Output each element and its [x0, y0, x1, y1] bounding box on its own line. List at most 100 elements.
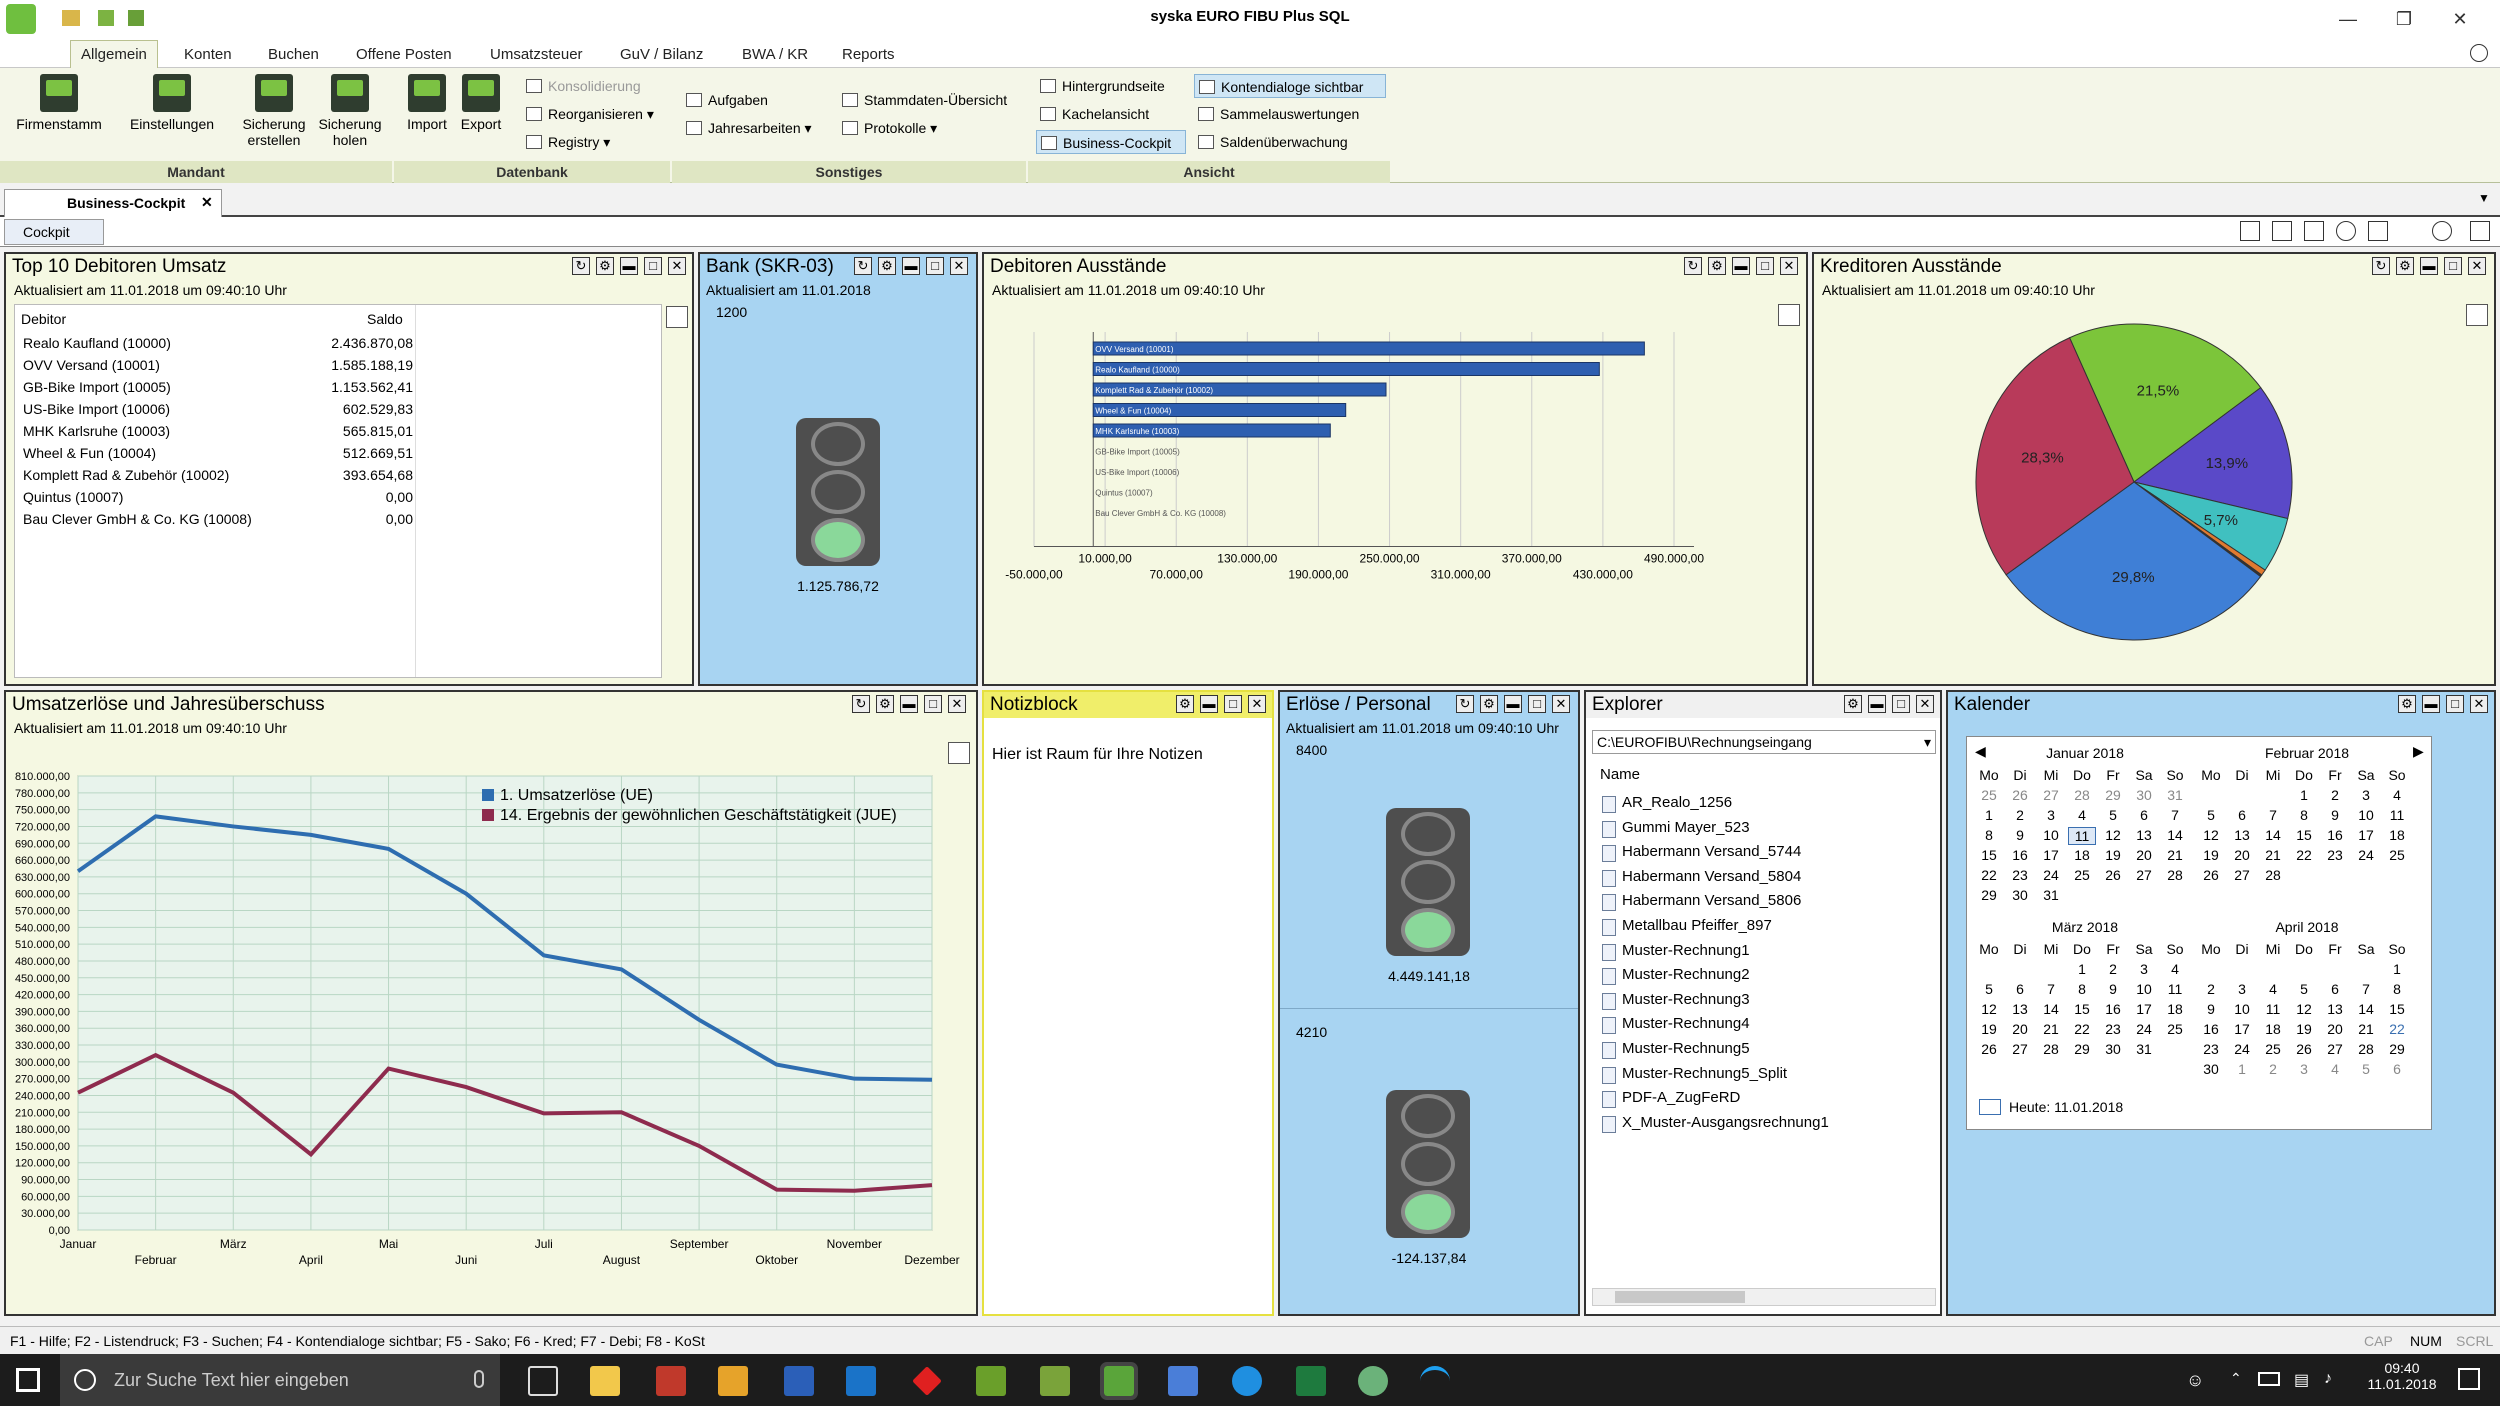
calendar-day[interactable]: 8	[2068, 981, 2096, 997]
word-icon[interactable]	[784, 1366, 814, 1396]
file-item[interactable]: Muster-Rechnung3	[1600, 991, 1750, 1010]
calendar-day[interactable]: 1	[2228, 1061, 2256, 1077]
calendar-day[interactable]: 28	[2259, 867, 2287, 883]
path-select[interactable]: C:\EUROFIBU\Rechnungseingang ▾	[1592, 730, 1936, 754]
chevron-down-icon[interactable]: ▾	[1924, 734, 1931, 751]
calendar-day[interactable]: 9	[2197, 1001, 2225, 1017]
outlook-icon[interactable]	[846, 1366, 876, 1396]
calendar-day[interactable]: 15	[2290, 827, 2318, 843]
close-icon[interactable]: ✕	[950, 257, 968, 275]
file-item[interactable]: PDF-A_ZugFeRD	[1600, 1089, 1740, 1109]
minimize-icon[interactable]: ▬	[1868, 695, 1886, 713]
battery-icon[interactable]	[2258, 1372, 2280, 1386]
calendar-day[interactable]: 24	[2130, 1021, 2158, 1037]
file-item[interactable]: Metallbau Pfeiffer_897	[1600, 917, 1772, 936]
refresh-icon[interactable]: ↻	[1456, 695, 1474, 713]
calendar-day[interactable]: 8	[2290, 807, 2318, 823]
calendar-day[interactable]: 28	[2352, 1041, 2380, 1057]
tab-cockpit[interactable]: Cockpit	[4, 219, 104, 245]
calendar-day[interactable]: 8	[1975, 827, 2003, 843]
close-icon[interactable]: ✕	[1248, 695, 1266, 713]
calendar-day[interactable]: 23	[2099, 1021, 2127, 1037]
calendar-day[interactable]: 2	[2197, 981, 2225, 997]
grid-icon[interactable]	[2470, 221, 2490, 241]
window-icon[interactable]	[2304, 221, 2324, 241]
calendar-day[interactable]: 25	[2259, 1041, 2287, 1057]
calendar-day[interactable]: 16	[2099, 1001, 2127, 1017]
file-item[interactable]: AR_Realo_1256	[1600, 794, 1732, 813]
calendar-day[interactable]: 20	[2228, 847, 2256, 863]
minimize-icon[interactable]: ▬	[2420, 257, 2438, 275]
calendar-day[interactable]: 7	[2352, 981, 2380, 997]
add-tile-icon[interactable]	[2272, 221, 2292, 241]
refresh-icon[interactable]: ↻	[2372, 257, 2390, 275]
calendar-day[interactable]: 27	[2130, 867, 2158, 883]
calendar-day[interactable]: 28	[2161, 867, 2189, 883]
calendar-day[interactable]: 1	[2383, 961, 2411, 977]
calendar-day[interactable]: 5	[2352, 1061, 2380, 1077]
calendar-day[interactable]: 3	[2130, 961, 2158, 977]
calendar-day[interactable]: 15	[2383, 1001, 2411, 1017]
calendar-day[interactable]: 16	[2006, 847, 2034, 863]
calendar-day[interactable]: 18	[2383, 827, 2411, 843]
prev-month-icon[interactable]: ◀	[1975, 743, 1986, 760]
calendar-day[interactable]: 27	[2228, 867, 2256, 883]
calendar-day[interactable]: 25	[2383, 847, 2411, 863]
calendar-day[interactable]: 23	[2006, 867, 2034, 883]
calendar-day[interactable]: 29	[2099, 787, 2127, 803]
calendar-day[interactable]: 14	[2352, 1001, 2380, 1017]
task-view-icon[interactable]	[528, 1366, 558, 1396]
gear-icon[interactable]: ⚙	[2398, 695, 2416, 713]
calendar-day[interactable]: 16	[2321, 827, 2349, 843]
volume-icon[interactable]: ♪	[2324, 1370, 2332, 1388]
calendar-day[interactable]: 13	[2321, 1001, 2349, 1017]
calendar-day[interactable]: 29	[2068, 1041, 2096, 1057]
calendar-day[interactable]: 30	[2130, 787, 2158, 803]
calendar-day[interactable]: 30	[2197, 1061, 2225, 1077]
tab-business-cockpit[interactable]: Business-Cockpit ✕	[4, 189, 222, 217]
file-item[interactable]: Muster-Rechnung2	[1600, 966, 1750, 986]
people-tray-icon[interactable]: ☺	[2186, 1370, 2204, 1391]
firmenstamm-button[interactable]: Firmenstamm	[14, 74, 104, 132]
calendar-day[interactable]: 9	[2099, 981, 2127, 997]
file-item[interactable]: Habermann Versand_5804	[1600, 868, 1801, 887]
gear-icon[interactable]: ⚙	[1844, 695, 1862, 713]
gear-icon[interactable]: ⚙	[1480, 695, 1498, 713]
gear-icon[interactable]: ⚙	[596, 257, 614, 275]
maximize-icon[interactable]: □	[926, 257, 944, 275]
close-icon[interactable]: ✕	[668, 257, 686, 275]
calendar-day[interactable]: 27	[2321, 1041, 2349, 1057]
wifi-icon[interactable]	[1420, 1366, 1450, 1396]
close-icon[interactable]: ✕	[2468, 257, 2486, 275]
calendar-day[interactable]: 22	[2068, 1021, 2096, 1037]
help-icon[interactable]	[2470, 44, 2488, 62]
calendar-day[interactable]: 22	[1975, 867, 2003, 883]
clock[interactable]: 09:40 11.01.2018	[2356, 1360, 2448, 1392]
export-button[interactable]: Export	[456, 74, 506, 132]
calendar-day[interactable]: 14	[2037, 1001, 2065, 1017]
calendar-day[interactable]: 19	[2197, 847, 2225, 863]
notes-textarea[interactable]: Hier ist Raum für Ihre Notizen	[992, 746, 1203, 764]
app-i-icon[interactable]	[976, 1366, 1006, 1396]
calendar-day[interactable]: 22	[2290, 847, 2318, 863]
horizontal-scrollbar[interactable]	[1592, 1288, 1936, 1306]
calendar-day[interactable]: 2	[2006, 807, 2034, 823]
calendar-day[interactable]: 26	[2290, 1041, 2318, 1057]
saldenueberwachung-button[interactable]: Saldenüberwachung	[1194, 130, 1348, 154]
calendar-day[interactable]: 2	[2259, 1061, 2287, 1077]
gear-icon[interactable]: ⚙	[1708, 257, 1726, 275]
calendar-day[interactable]: 12	[2099, 827, 2127, 843]
calendar-day[interactable]: 14	[2161, 827, 2189, 843]
calendar-day[interactable]: 5	[1975, 981, 2003, 997]
calendar-day[interactable]: 28	[2037, 1041, 2065, 1057]
calendar-day[interactable]: 1	[1975, 807, 2003, 823]
calendar-day[interactable]: 27	[2037, 787, 2065, 803]
close-icon[interactable]: ✕	[1552, 695, 1570, 713]
calendar-day[interactable]: 2	[2099, 961, 2127, 977]
calendar-day[interactable]: 25	[2161, 1021, 2189, 1037]
calendar-day[interactable]: 4	[2321, 1061, 2349, 1077]
calendar-day[interactable]: 27	[2006, 1041, 2034, 1057]
calendar-day[interactable]: 17	[2130, 1001, 2158, 1017]
minimize-icon[interactable]: ▬	[900, 695, 918, 713]
sammelauswertungen-button[interactable]: Sammelauswertungen	[1194, 102, 1359, 126]
